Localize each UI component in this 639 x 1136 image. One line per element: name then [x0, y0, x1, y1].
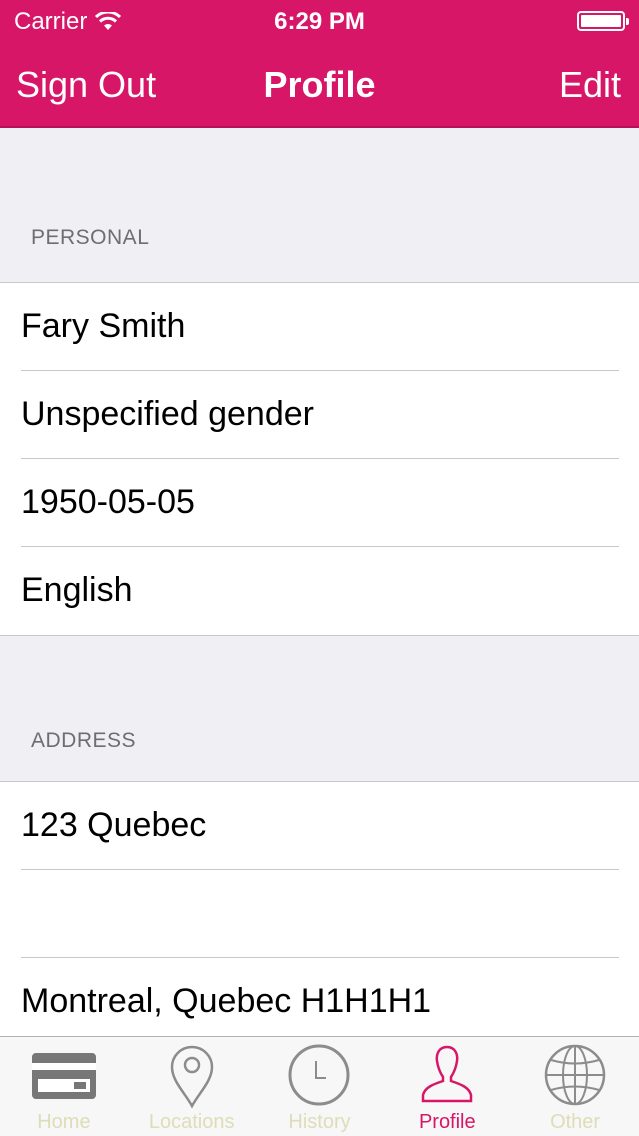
name-row[interactable]: Fary Smith: [0, 283, 639, 371]
person-icon: [422, 1045, 473, 1103]
tab-locations[interactable]: Locations: [128, 1037, 256, 1136]
edit-button[interactable]: Edit: [559, 64, 621, 106]
language-value: English: [21, 571, 133, 609]
section-header-personal: PERSONAL: [0, 130, 639, 280]
location-pin-icon: [170, 1045, 213, 1109]
language-row[interactable]: English: [0, 547, 639, 635]
birthdate-value: 1950-05-05: [21, 483, 195, 521]
tab-profile-label: Profile: [418, 1111, 476, 1133]
section-header-label: ADDRESS: [31, 729, 137, 752]
navigation-bar: Sign Out Profile Edit: [0, 42, 639, 128]
address-city-value: Montreal, Quebec H1H1H1: [21, 982, 432, 1020]
address-line1-row[interactable]: 123 Quebec: [0, 782, 639, 870]
address-city-row[interactable]: Montreal, Quebec H1H1H1: [0, 958, 639, 1036]
tab-other[interactable]: Other: [511, 1037, 639, 1136]
tab-locations-label: Locations: [148, 1111, 235, 1133]
status-time: 6:29 PM: [274, 8, 365, 35]
header: Carrier 6:29 PM Sign Out Profile Edit: [0, 0, 639, 128]
tab-profile[interactable]: Profile: [383, 1037, 511, 1136]
tab-home-label: Home: [37, 1111, 91, 1133]
gender-value: Unspecified gender: [21, 395, 314, 433]
tab-other-label: Other: [550, 1111, 601, 1133]
tab-bar: Home Locations History Profile Other: [0, 1036, 639, 1136]
battery-icon: [577, 11, 629, 31]
birthdate-row[interactable]: 1950-05-05: [0, 459, 639, 547]
page-title: Profile: [263, 64, 376, 105]
gender-row[interactable]: Unspecified gender: [0, 371, 639, 459]
name-value: Fary Smith: [21, 307, 186, 345]
tab-history-label: History: [288, 1111, 351, 1133]
tab-history[interactable]: History: [256, 1037, 384, 1136]
clock-icon: [288, 1044, 350, 1106]
address-line1-value: 123 Quebec: [21, 806, 207, 844]
status-bar: Carrier 6:29 PM: [0, 0, 639, 42]
section-header-label: PERSONAL: [31, 226, 150, 249]
globe-icon: [544, 1044, 606, 1106]
section-header-address: ADDRESS: [0, 633, 639, 783]
profile-table[interactable]: PERSONAL Fary Smith Unspecified gender 1…: [0, 130, 639, 1036]
card-icon: [31, 1053, 96, 1099]
address-group: 123 Quebec Montreal, Quebec H1H1H1: [0, 781, 639, 1036]
tab-home[interactable]: Home: [0, 1037, 128, 1136]
personal-group: Fary Smith Unspecified gender 1950-05-05…: [0, 282, 639, 636]
address-line2-row[interactable]: [0, 870, 639, 958]
